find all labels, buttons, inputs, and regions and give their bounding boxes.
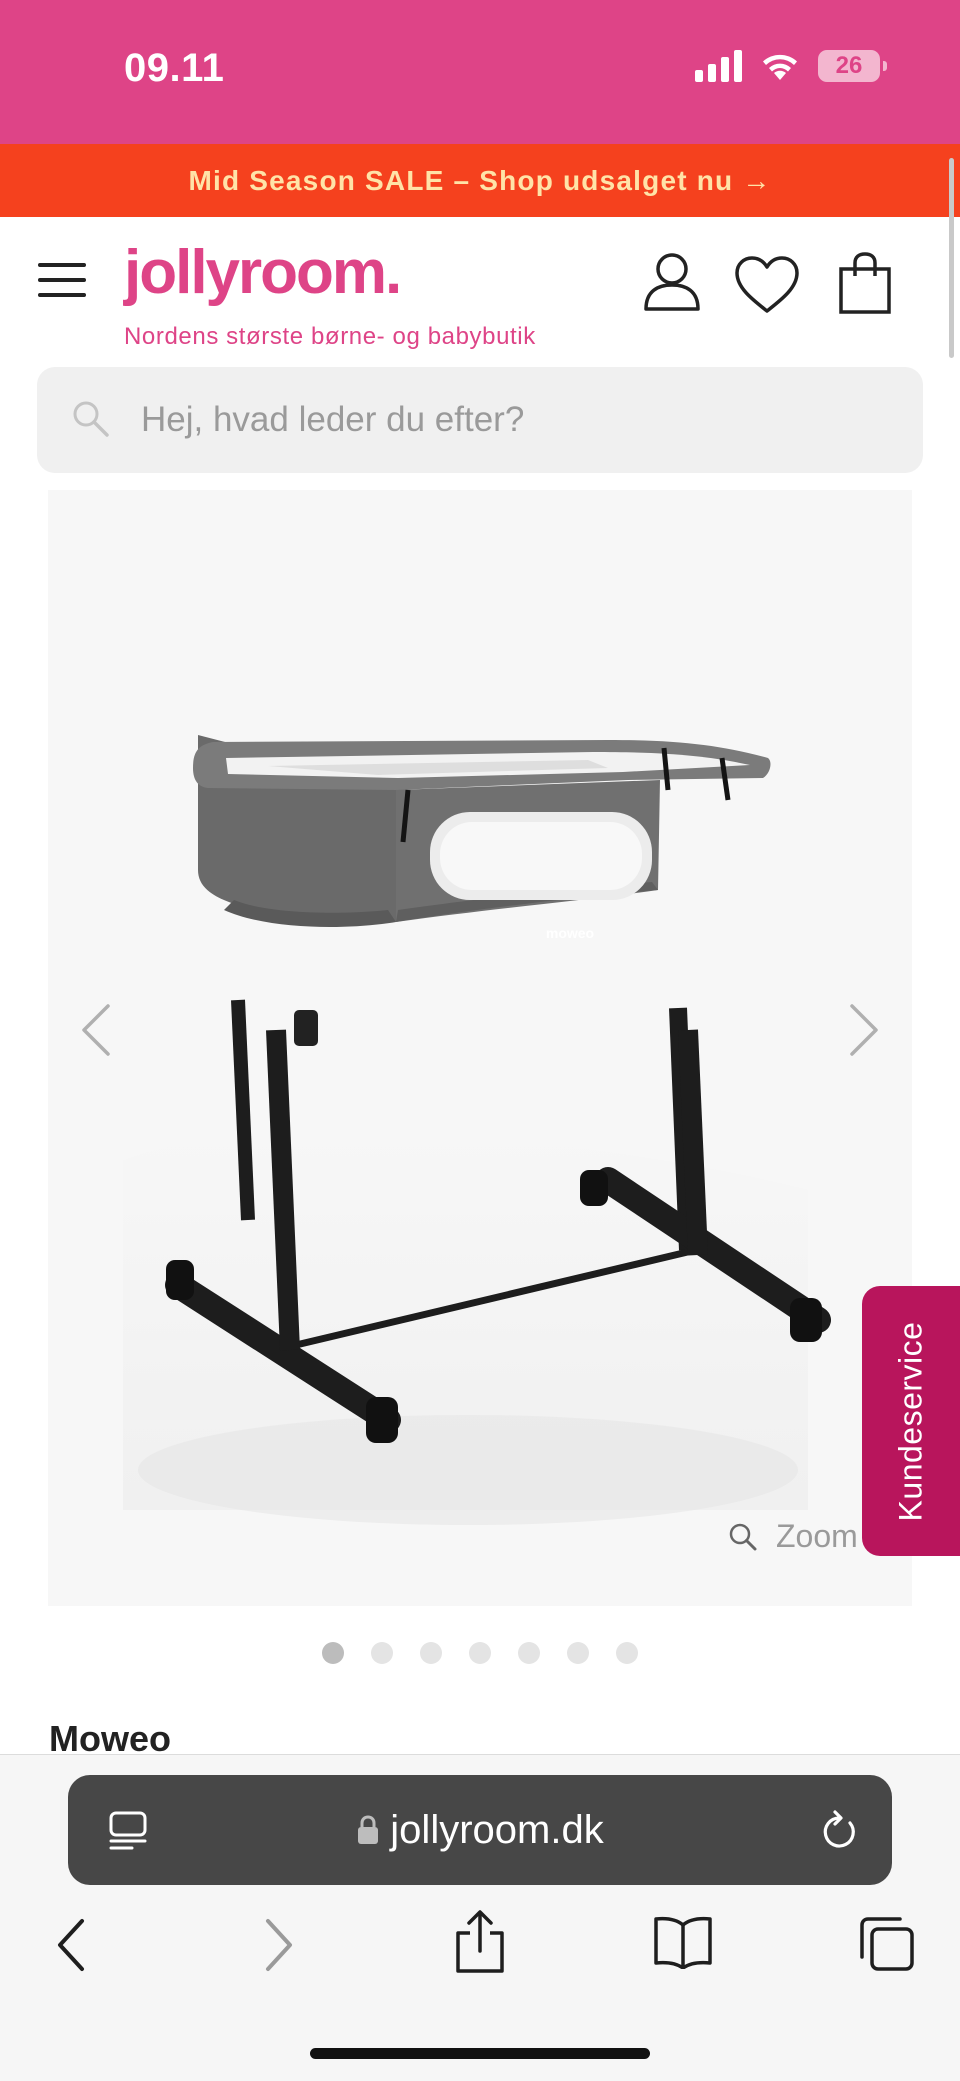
- gallery-dot[interactable]: [616, 1642, 638, 1664]
- gallery-dot[interactable]: [322, 1642, 344, 1664]
- gallery-dot[interactable]: [518, 1642, 540, 1664]
- status-time: 09.11: [124, 46, 225, 90]
- promo-text[interactable]: Mid Season SALE – Shop udsalget nu →: [188, 165, 771, 197]
- back-icon[interactable]: [52, 1917, 88, 1973]
- site-header: jollyroom. Nordens største børne- og bab…: [0, 217, 960, 357]
- page-scrollbar[interactable]: [949, 158, 954, 358]
- customer-service-label[interactable]: Kundeservice: [893, 1321, 930, 1521]
- product-gallery[interactable]: moweo Zoom: [48, 490, 912, 1606]
- url-text[interactable]: jollyroom.dk: [390, 1808, 603, 1853]
- status-bar: 09.11 26: [0, 0, 960, 144]
- gallery-dot[interactable]: [469, 1642, 491, 1664]
- wifi-icon: [763, 54, 797, 80]
- gallery-pagination: [0, 1642, 960, 1664]
- home-indicator[interactable]: [310, 2048, 650, 2059]
- forward-icon[interactable]: [262, 1917, 298, 1973]
- address-bar[interactable]: jollyroom.dk: [68, 1775, 892, 1885]
- search-input[interactable]: [141, 367, 901, 473]
- previous-image-arrow-icon[interactable]: [70, 1000, 120, 1060]
- zoom-label[interactable]: Zoom: [776, 1518, 858, 1555]
- user-icon[interactable]: [643, 251, 701, 311]
- gallery-dot[interactable]: [567, 1642, 589, 1664]
- status-icons: 26: [695, 50, 887, 82]
- url-display[interactable]: jollyroom.dk: [68, 1775, 892, 1885]
- gallery-dot[interactable]: [420, 1642, 442, 1664]
- heart-icon[interactable]: [733, 255, 801, 315]
- customer-service-tab[interactable]: Kundeservice: [862, 1286, 960, 1556]
- next-image-arrow-icon[interactable]: [840, 1000, 890, 1060]
- zoom-button[interactable]: Zoom: [728, 1518, 858, 1555]
- signal-icon: [695, 50, 742, 82]
- shopping-bag-icon[interactable]: [838, 251, 892, 315]
- share-icon[interactable]: [452, 1909, 508, 1975]
- promo-banner[interactable]: Mid Season SALE – Shop udsalget nu →: [0, 144, 960, 217]
- page: 09.11 26 Mid Season SALE – Shop udsalget…: [0, 0, 960, 2081]
- browser-toolbar: jollyroom.dk: [0, 1754, 960, 2081]
- site-tagline: Nordens største børne- og babybutik: [124, 323, 536, 350]
- search-icon: [73, 401, 109, 437]
- battery-icon: 26: [818, 50, 887, 82]
- bookmarks-icon[interactable]: [652, 1915, 714, 1969]
- menu-icon[interactable]: [38, 263, 86, 297]
- site-logo[interactable]: jollyroom.: [124, 237, 402, 308]
- search-bar[interactable]: [37, 367, 923, 473]
- product-image[interactable]: moweo: [48, 490, 912, 1606]
- product-logo-text: moweo: [546, 925, 594, 941]
- tabs-icon[interactable]: [856, 1915, 916, 1973]
- gallery-dot[interactable]: [371, 1642, 393, 1664]
- zoom-icon: [729, 1523, 757, 1550]
- reload-icon[interactable]: [818, 1807, 860, 1853]
- lock-icon: [358, 1815, 379, 1844]
